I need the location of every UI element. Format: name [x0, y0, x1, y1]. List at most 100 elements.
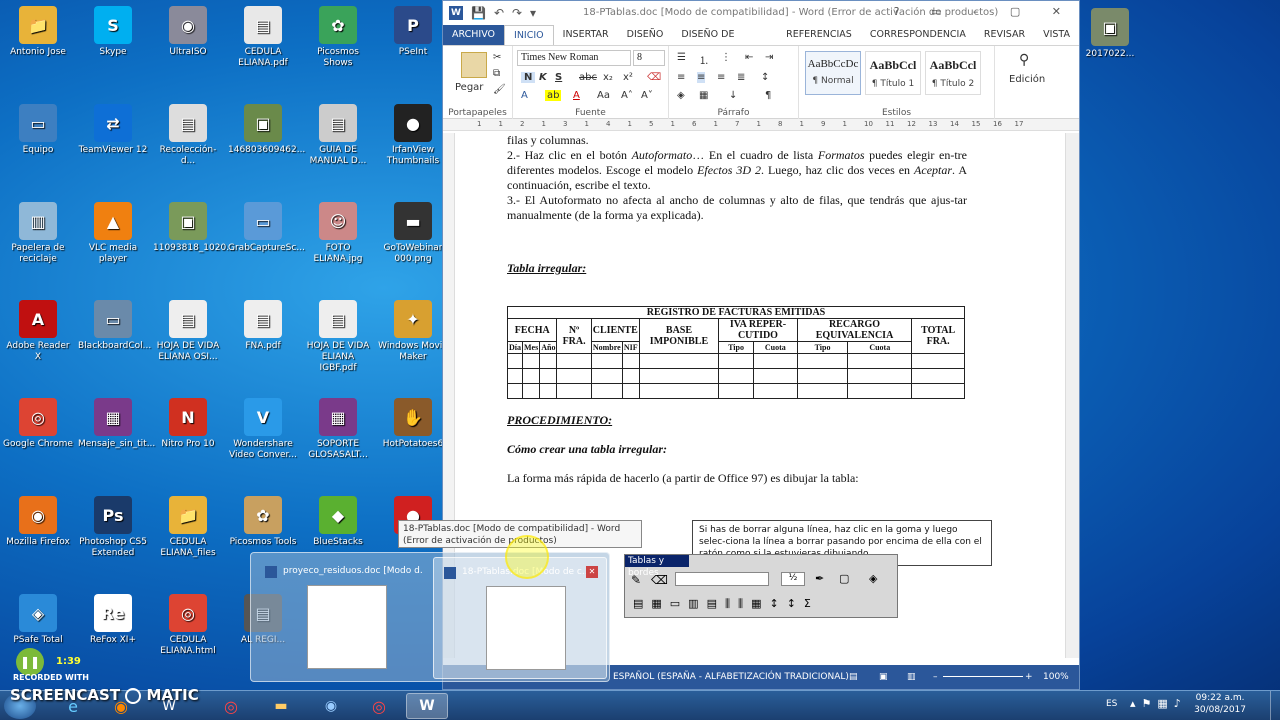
desktop-icon[interactable]: N Nitro Pro 10	[153, 398, 223, 450]
desktop-icon[interactable]: ◆ BlueStacks	[303, 496, 373, 548]
desktop-icon[interactable]: 📁 CEDULA ELIANA_files	[153, 496, 223, 559]
subscript-button[interactable]: x₂	[603, 72, 613, 83]
table-tools-row[interactable]: ▤▦▭▥▤⫼⫼▦↕↕Σ	[633, 597, 819, 611]
bold-button[interactable]: N	[521, 72, 536, 83]
align-center-icon[interactable]: ≡	[697, 72, 706, 83]
desktop-icon[interactable]: ◎ Google Chrome	[3, 398, 73, 450]
desktop-icon[interactable]: ▥ Papelera de reciclaje	[3, 202, 73, 265]
desktop-icon[interactable]: ▲ VLC media player	[78, 202, 148, 265]
editing-button[interactable]: Edición	[1009, 74, 1045, 85]
desktop-icon[interactable]: ✿ Picosmos Shows	[303, 6, 373, 69]
font-size-select[interactable]: 8	[633, 50, 665, 66]
window-controls[interactable]: ? ▭ – ▢ ✕	[894, 5, 1075, 18]
desktop-icon-right[interactable]: ▣ 2017022...	[1080, 8, 1140, 60]
border-color-icon[interactable]: ✒	[815, 572, 824, 585]
desktop-icon[interactable]: ▣ 146803609462...	[228, 104, 305, 156]
quick-access-toolbar[interactable]: 💾↶↷▾	[471, 6, 544, 20]
tables-borders-toolbar[interactable]: Tablas y bordes ✎ ⌫ ½ ✒ ▢ ◈ ▤▦▭▥▤⫼⫼▦↕↕Σ	[624, 554, 898, 618]
text-effects-icon[interactable]: A	[521, 90, 528, 101]
language-status[interactable]: ESPAÑOL (ESPAÑA - ALFABETIZACIÓN TRADICI…	[613, 665, 849, 689]
desktop-icon[interactable]: S Skype	[78, 6, 148, 58]
tab-diseño[interactable]: DISEÑO	[618, 25, 673, 45]
print-layout-icon[interactable]: ▣	[879, 665, 888, 689]
align-right-icon[interactable]: ≡	[717, 72, 725, 83]
desktop-icon[interactable]: ✋ HotPotatoes6	[378, 398, 448, 450]
tab-revisar[interactable]: REVISAR	[975, 25, 1034, 45]
desktop-icon[interactable]: Ps Photoshop CS5 Extended	[78, 496, 148, 559]
tab-archivo[interactable]: ARCHIVO	[443, 25, 505, 45]
style-option[interactable]: AaBbCcl ¶ Título 1	[865, 51, 921, 95]
taskbar-chrome-icon[interactable]: ◎	[210, 693, 252, 719]
desktop-icon[interactable]: ◉ UltraISO	[153, 6, 223, 58]
font-color-icon[interactable]: A	[573, 90, 580, 101]
style-option[interactable]: AaBbCcDc ¶ Normal	[805, 51, 861, 95]
desktop-icon[interactable]: ▣ 11093818_1020...	[153, 202, 235, 254]
desktop-icon[interactable]: ✦ Windows Movie Maker	[378, 300, 448, 363]
copy-icon[interactable]: ⧉	[493, 68, 500, 79]
language-indicator[interactable]: ES	[1106, 699, 1117, 709]
sort-icon[interactable]: ↓	[729, 90, 737, 101]
tab-correspondencia[interactable]: CORRESPONDENCIA	[861, 25, 975, 45]
strikethrough-button[interactable]: abc	[579, 72, 597, 83]
grow-font-icon[interactable]: A˄	[621, 90, 633, 101]
web-layout-icon[interactable]: ▥	[907, 665, 916, 689]
tray-icons[interactable]: ▴⚑▦♪	[1130, 697, 1187, 710]
decrease-indent-icon[interactable]: ⇤	[745, 52, 753, 63]
superscript-button[interactable]: x²	[623, 72, 633, 83]
line-spacing-icon[interactable]: ↕	[761, 72, 769, 83]
binoculars-icon[interactable]: ⚲	[1019, 52, 1029, 68]
taskbar-app-icon[interactable]: ◉	[310, 693, 352, 719]
show-marks-icon[interactable]: ¶	[765, 90, 771, 101]
taskbar-word-icon[interactable]: W	[406, 693, 448, 719]
zoom-out-icon[interactable]: –	[933, 665, 938, 689]
bullets-icon[interactable]: ☰	[677, 52, 686, 63]
tab-inicio[interactable]: INICIO	[504, 25, 554, 45]
taskbar-explorer-icon[interactable]: ▬	[260, 693, 302, 719]
desktop-icon[interactable]: ⇄ TeamViewer 12	[78, 104, 148, 156]
tab-referencias[interactable]: REFERENCIAS	[777, 25, 861, 45]
desktop-icon[interactable]: ▤ CEDULA ELIANA.pdf	[228, 6, 298, 69]
desktop-icon[interactable]: ▤ Recolección-d...	[153, 104, 223, 167]
font-case-icon[interactable]: Aa	[597, 90, 610, 101]
show-desktop-button[interactable]	[1270, 691, 1280, 720]
desktop-icon[interactable]: ▤ HOJA DE VIDA ELIANA IGBF.pdf	[303, 300, 373, 374]
justify-icon[interactable]: ≣	[737, 72, 745, 83]
style-option[interactable]: AaBbCcl ¶ Título 2	[925, 51, 981, 95]
vertical-scrollbar[interactable]	[1065, 133, 1079, 658]
italic-button[interactable]: K	[539, 72, 547, 83]
read-mode-icon[interactable]: ▤	[849, 665, 858, 689]
line-style-select[interactable]	[675, 572, 769, 586]
zoom-in-icon[interactable]: +	[1025, 665, 1033, 689]
desktop-icon[interactable]: A Adobe Reader X	[3, 300, 73, 363]
desktop-icon[interactable]: ▦ Mensaje_sin_tit...	[78, 398, 155, 450]
taskbar-chrome-2-icon[interactable]: ◎	[358, 693, 400, 719]
zoom-slider[interactable]	[943, 676, 1023, 677]
shrink-font-icon[interactable]: A˅	[641, 90, 653, 101]
align-left-icon[interactable]: ≡	[677, 72, 685, 83]
desktop-icon[interactable]: 📁 Antonio Jose	[3, 6, 73, 58]
desktop-icon[interactable]: P PSeInt	[378, 6, 448, 58]
desktop-icon[interactable]: ◈ PSafe Total	[3, 594, 73, 646]
pencil-icon[interactable]: ✎	[631, 573, 641, 587]
increase-indent-icon[interactable]: ⇥	[765, 52, 773, 63]
close-icon[interactable]: ✕	[586, 566, 598, 578]
desktop-icon[interactable]: ▬ GoToWebinar 000.png	[378, 202, 448, 265]
multilevel-list-icon[interactable]: ⋮	[721, 52, 731, 63]
recording-pause-icon[interactable]: ❚❚	[16, 648, 44, 676]
desktop-icon[interactable]: ● IrfanView Thumbnails	[378, 104, 448, 167]
border-type-icon[interactable]: ▢	[839, 572, 849, 585]
tab-diseño-de-página[interactable]: DISEÑO DE PÁGINA	[672, 25, 777, 60]
invoice-table[interactable]: REGISTRO DE FACTURAS EMITIDAS FECHA Nº F…	[506, 306, 965, 399]
desktop-icon[interactable]: ✿ Picosmos Tools	[228, 496, 298, 548]
clear-format-icon[interactable]: ⌫	[647, 72, 661, 83]
desktop-icon[interactable]: ▭ GrabCaptureSc...	[228, 202, 305, 254]
word-app-icon[interactable]: W	[449, 6, 463, 20]
underline-button[interactable]: S	[555, 72, 562, 83]
tab-vista[interactable]: VISTA	[1034, 25, 1079, 45]
document-page[interactable]: filas y columnas. 2.- Haz clic en el bot…	[506, 133, 967, 486]
tab-insertar[interactable]: INSERTAR	[554, 25, 618, 45]
highlight-icon[interactable]: ab	[545, 90, 562, 101]
desktop-icon[interactable]: ▦ SOPORTE GLOSASALT...	[303, 398, 373, 461]
borders-icon[interactable]: ▦	[699, 90, 708, 101]
desktop-icon[interactable]: ▤ FNA.pdf	[228, 300, 298, 352]
